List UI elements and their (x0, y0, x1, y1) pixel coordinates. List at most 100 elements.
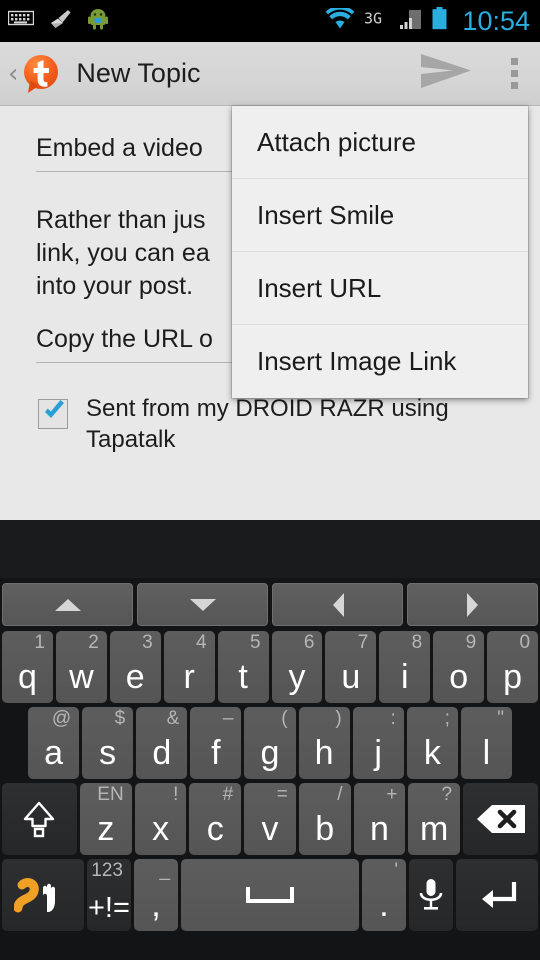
keyboard-row-2: @ a $ s & d – f (g ) h :j ; k " l (0, 705, 540, 781)
back-chevron-icon[interactable]: ‹ (0, 61, 20, 87)
space-key[interactable] (181, 859, 359, 931)
key-u[interactable]: 7u (325, 631, 377, 703)
key-label: u (341, 658, 361, 696)
key-alt-label: 1 (34, 632, 45, 653)
keyboard-row-3: EN z ! x # c = v / b + n ? m (0, 781, 540, 857)
key-p[interactable]: 0p (487, 631, 539, 703)
menu-item-insert-url[interactable]: Insert URL (232, 252, 528, 325)
key-q[interactable]: 1q (2, 631, 53, 703)
shift-key-icon[interactable] (2, 783, 77, 855)
menu-item-insert-smile[interactable]: Insert Smile (232, 179, 528, 252)
key-alt-label: # (222, 784, 234, 805)
checkmark-icon (45, 400, 64, 418)
key-e[interactable]: 3e (109, 631, 161, 703)
arrow-down-icon[interactable] (137, 583, 268, 626)
key-label: e (125, 658, 145, 696)
key-alt-label: ! (173, 784, 179, 805)
key-alt-label: ? (441, 784, 453, 805)
signal-bars-icon (397, 8, 422, 35)
key-label: f (211, 734, 221, 772)
key-v[interactable]: = v (244, 783, 296, 855)
menu-item-insert-image-link[interactable]: Insert Image Link (232, 325, 528, 398)
menu-item-attach-picture[interactable]: Attach picture (232, 106, 528, 179)
key-f[interactable]: – f (190, 707, 242, 779)
key-label: n (369, 810, 389, 848)
key-label: q (17, 658, 37, 696)
key-alt-label: _ (159, 860, 171, 881)
send-icon[interactable] (397, 52, 495, 95)
key-alt-label: 2 (88, 632, 99, 653)
key-label: x (152, 810, 170, 848)
key-alt-label: – (222, 708, 234, 729)
key-r[interactable]: 4r (163, 631, 215, 703)
tapatalk-logo-icon[interactable] (20, 53, 62, 95)
key-alt-label: 9 (465, 632, 477, 653)
action-bar: ‹ New Topic (0, 42, 540, 106)
swype-gesture-icon[interactable] (2, 859, 84, 931)
key-o[interactable]: 9o (433, 631, 485, 703)
enter-key-icon[interactable] (456, 859, 538, 931)
key-comma[interactable]: _ , (133, 859, 179, 931)
backspace-key-icon[interactable] (463, 783, 538, 855)
key-period[interactable]: ' . (361, 859, 407, 931)
key-x[interactable]: ! x (134, 783, 187, 855)
on-screen-keyboard: 1q 2w 3e 4r 5t 6y 7u 8i 9o 0p @ a $ s & d –… (0, 578, 540, 960)
battery-icon (431, 7, 448, 35)
overflow-dropdown-menu: Attach picture Insert Smile Insert URL I… (232, 106, 528, 398)
wifi-icon (325, 5, 355, 35)
key-label: b (315, 810, 335, 848)
arrow-right-icon[interactable] (407, 583, 538, 626)
key-alt-label: @ (51, 708, 72, 729)
key-label: y (288, 658, 306, 696)
key-alt-label: 4 (196, 632, 207, 653)
key-label: . (379, 886, 389, 924)
key-m[interactable]: ? m (408, 783, 461, 855)
broom-icon (48, 8, 72, 35)
key-label: r (183, 658, 195, 696)
key-b[interactable]: / b (298, 783, 351, 855)
key-c[interactable]: # c (189, 783, 242, 855)
key-label: p (503, 658, 523, 696)
key-alt-label: ) (335, 708, 342, 729)
action-bar-actions (397, 52, 540, 95)
key-i[interactable]: 8i (379, 631, 431, 703)
key-g[interactable]: (g (244, 707, 296, 779)
keyboard-row-1: 1q 2w 3e 4r 5t 6y 7u 8i 9o 0p (0, 629, 540, 705)
signature-checkbox[interactable] (38, 399, 68, 429)
key-j[interactable]: :j (352, 707, 404, 779)
key-alt-label: + (386, 784, 398, 805)
key-label: l (482, 734, 491, 772)
overflow-dot (511, 70, 518, 77)
overflow-menu-icon[interactable] (495, 58, 540, 89)
arrow-left-icon[interactable] (272, 583, 403, 626)
overflow-dot (511, 58, 518, 65)
key-l[interactable]: " l (460, 707, 512, 779)
network-3g-icon: 3G (364, 10, 388, 32)
key-k[interactable]: ; k (406, 707, 458, 779)
key-alt-label: $ (114, 708, 126, 729)
phone-screen: 3G 10:54 ‹ New Topic Embed a video Rathe… (0, 0, 540, 960)
key-alt-label: & (166, 708, 180, 729)
key-a[interactable]: @ a (28, 707, 80, 779)
key-t[interactable]: 5t (217, 631, 269, 703)
key-alt-label: 3 (142, 632, 153, 653)
status-bar: 3G 10:54 (0, 0, 540, 42)
key-z[interactable]: EN z (79, 783, 132, 855)
keyboard-nav-row (0, 581, 540, 629)
signature-row[interactable]: Sent from my DROID RAZR using Tapatalk (38, 393, 540, 455)
page-title: New Topic (76, 58, 201, 88)
key-h[interactable]: ) h (298, 707, 350, 779)
key-w[interactable]: 2w (55, 631, 107, 703)
key-label: s (99, 734, 117, 772)
key-y[interactable]: 6y (271, 631, 323, 703)
key-label: z (97, 810, 115, 848)
key-n[interactable]: + n (353, 783, 406, 855)
key-s[interactable]: $ s (82, 707, 134, 779)
symbols-key[interactable]: 123 +!= (86, 859, 131, 931)
microphone-key-icon[interactable] (409, 859, 454, 931)
key-d[interactable]: & d (136, 707, 188, 779)
key-label: t (238, 658, 248, 696)
arrow-up-icon[interactable] (2, 583, 133, 626)
key-label: a (44, 734, 64, 772)
key-alt-label: / (337, 784, 343, 805)
